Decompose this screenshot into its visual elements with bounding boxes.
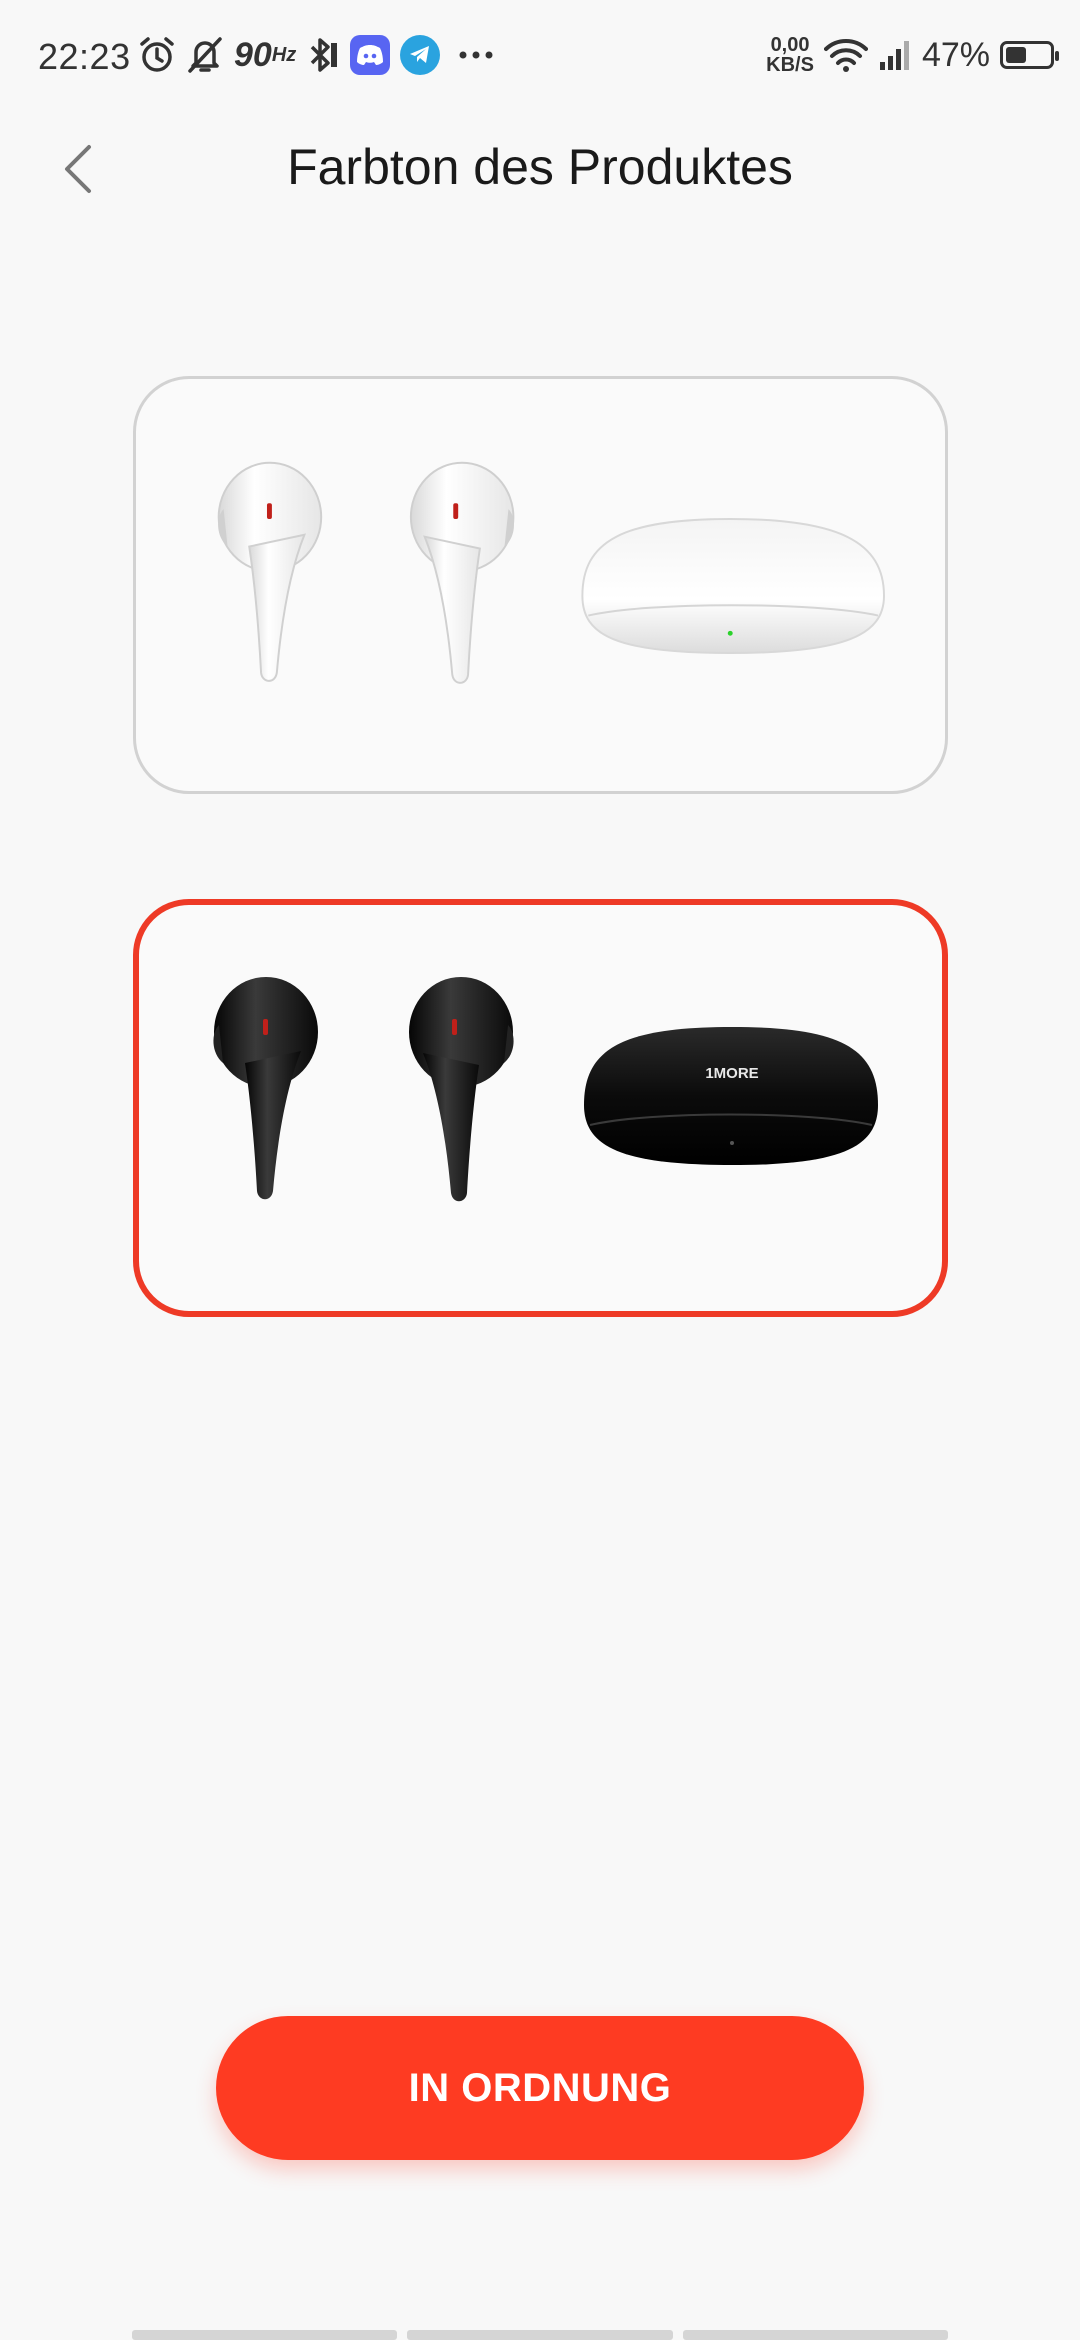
gesture-bar-segment (682, 2330, 948, 2340)
discord-app-icon (350, 30, 391, 80)
black-earbuds-image: 1MORE (213, 977, 878, 1202)
net-speed: 0,00 KB/S (766, 35, 814, 75)
battery-percent: 47% (921, 35, 990, 74)
net-speed-unit: KB/S (766, 54, 814, 76)
color-option-white[interactable] (133, 376, 948, 794)
status-right-icons: 0,00 KB/S 47% (766, 30, 1059, 80)
black-right-earbud (409, 977, 514, 1202)
status-bar: 22:23 90 Hz 0,00 KB/S 47% (0, 0, 1080, 112)
telegram-app-icon (400, 30, 441, 80)
status-time: 22:23 (38, 36, 131, 77)
bluetooth-icon (306, 30, 340, 80)
white-charging-case (581, 517, 885, 654)
status-left-icons: 90 Hz (138, 30, 494, 80)
more-dots-icon (458, 30, 494, 80)
mute-bell-icon (186, 30, 224, 80)
net-speed-value: 0,00 (770, 34, 810, 56)
color-option-black[interactable]: 1MORE (133, 899, 948, 1317)
page-title: Farbton des Produktes (287, 139, 793, 195)
refresh-rate-indicator: 90 Hz (234, 30, 296, 80)
black-charging-case: 1MORE (584, 1027, 878, 1165)
battery-icon (1000, 41, 1059, 69)
white-earbuds-image (217, 461, 885, 684)
gesture-bar-segment (132, 2330, 398, 2340)
cell-signal-icon (878, 30, 912, 80)
confirm-button[interactable]: IN ORDNUNG (216, 2016, 864, 2160)
header: Farbton des Produktes (0, 112, 1080, 222)
black-left-earbud (213, 977, 318, 1200)
wifi-icon (823, 30, 868, 80)
alarm-icon (138, 30, 176, 80)
case-logo: 1MORE (705, 1065, 758, 1082)
refresh-rate-unit: Hz (271, 43, 297, 66)
white-right-earbud (409, 461, 515, 684)
white-left-earbud (217, 461, 323, 682)
refresh-rate-value: 90 (234, 35, 272, 74)
navigation-gesture-bar (132, 2330, 948, 2340)
gesture-bar-segment (407, 2330, 673, 2340)
